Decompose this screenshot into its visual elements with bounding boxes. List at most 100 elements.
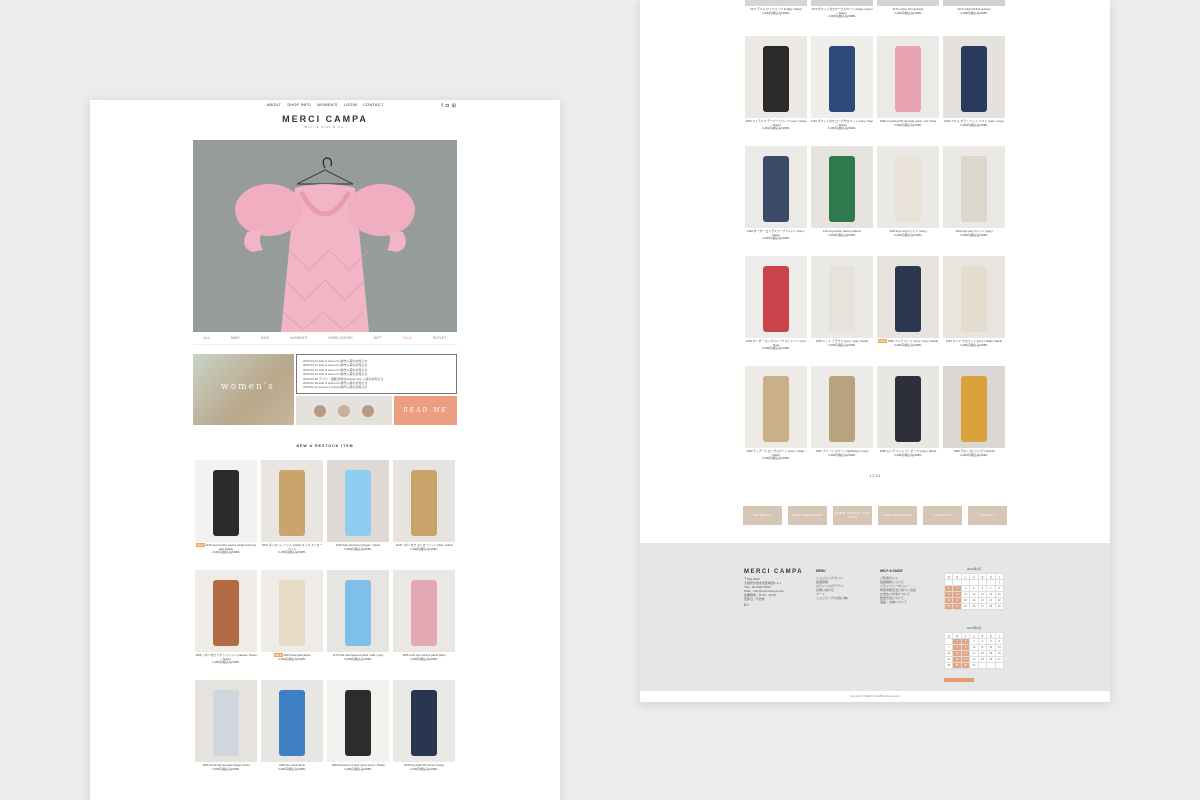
- facebook-icon[interactable]: f: [441, 103, 442, 109]
- product-card[interactable]: 1172 collar frill knit pullover 3,490円(税込…: [943, 0, 1005, 22]
- product-garment: [829, 156, 855, 222]
- product-card[interactable]: 1181 ポケット付き ロングサロペット (navy / blue / blac…: [811, 36, 873, 134]
- pagination[interactable]: 1 2 3 4: [640, 474, 1110, 478]
- nav-shop-info[interactable]: SHOP INFO: [287, 102, 311, 107]
- kids-merchan-button[interactable]: KIDS MERCHAN: [878, 506, 917, 525]
- product-garment: [411, 580, 437, 646]
- baby-merchan-button[interactable]: BABY MERCHAN: [788, 506, 827, 525]
- category-home-goods[interactable]: HOME GOODS: [328, 336, 353, 340]
- product-caption: 1174 cotton frill camisole 3,490円(税込み)SMP…: [877, 7, 939, 15]
- product-garment: [213, 470, 239, 536]
- womens-banner[interactable]: women's: [193, 354, 294, 425]
- product-price: 3,490円(税込み)SMPL: [894, 122, 922, 127]
- product-card[interactable]: 1062 ティアード ロングスカート (ivory / beige / blac…: [745, 366, 807, 464]
- nav-contact[interactable]: CONTACT: [363, 102, 383, 107]
- product-card[interactable]: 1174 cotton frill camisole 3,490円(税込み)SMP…: [877, 0, 939, 22]
- nav-login[interactable]: LOGIN: [344, 102, 357, 107]
- product-image: [393, 680, 455, 762]
- product-image: [943, 146, 1005, 228]
- read-me-button[interactable]: READ ME: [394, 396, 457, 425]
- product-card[interactable]: 1130 logo long Tシャツ (ivory) 3,490円(税込み)SM…: [877, 146, 939, 244]
- calendar-day: [994, 662, 1005, 669]
- product-image: [327, 680, 389, 762]
- facebook-icon[interactable]: f: [748, 602, 749, 607]
- product-image: [393, 460, 455, 542]
- product-card[interactable]: 1186 color line volume pants (kids) 3,490…: [393, 570, 455, 668]
- instagram-icon[interactable]: ◘: [744, 602, 746, 607]
- product-garment: [961, 266, 987, 332]
- category-baby[interactable]: BABY: [231, 336, 240, 340]
- footer-menu-title: MENU: [816, 569, 826, 573]
- product-card[interactable]: 1182 ボーダー ロングスリーブ Tシャツ (navy / black) 3,4…: [745, 146, 807, 244]
- category-sale[interactable]: SALE: [403, 336, 412, 340]
- footer-logo[interactable]: MERCI CAMPA: [744, 569, 803, 575]
- product-card[interactable]: 1092 フリル カラー ニット ベスト (navy / ivory) 3,490…: [943, 36, 1005, 134]
- product-price: 3,490円(税込み)SMPL: [960, 122, 988, 127]
- footer-help-title: HELP & GUIDE: [880, 569, 903, 573]
- product-caption: NEW 1146 asymmetric volume pleats knit l…: [195, 543, 257, 555]
- category-nav: ALL BABY KIDS WOMEN'S HOME GOODS GIFT SA…: [193, 336, 457, 345]
- product-card[interactable]: 1165 リボン付き バケットハット (natural / brown / bl…: [195, 570, 257, 668]
- product-caption: 1067 ワイド サロペット (ivory / khaki / black) 3,…: [943, 339, 1005, 347]
- category-kids[interactable]: KIDS: [261, 336, 269, 340]
- product-card[interactable]: 1145 hello knit beret (beige) / cherie 3,…: [327, 460, 389, 558]
- product-card[interactable]: 1841 ボンネット ハット (straw) キッズ ストローハット 3,190円…: [261, 460, 323, 558]
- thumb-ring: [338, 405, 350, 417]
- product-card[interactable]: SALE 1066 フレア パンツ (ivory / navy / black)…: [877, 256, 939, 354]
- footer-menu: MENU ショッピングガイド 会員登録 ログイン/ログアウト お問い合わせ カー…: [816, 569, 848, 600]
- product-garment: [895, 46, 921, 112]
- womens-button[interactable]: WOMEN'S: [743, 506, 782, 525]
- banner-text: women's: [221, 382, 275, 392]
- product-card[interactable]: 1130 logo long Tシャツ (gray) 3,490円(税込み)SMP…: [943, 146, 1005, 244]
- product-card[interactable]: 1078 big collar frill romper (navy) 3,490…: [393, 680, 455, 778]
- product-price: 3,190円(税込み)SMPL: [212, 550, 240, 554]
- product-card[interactable]: 1090 line track pants 3,490円(税込み)SMPL: [261, 680, 323, 778]
- product-garment: [763, 46, 789, 112]
- footer-menu-link[interactable]: ショッピング(お買い物): [816, 596, 848, 600]
- category-outlet[interactable]: OUTLET: [433, 336, 447, 340]
- product-caption: 1171 デニム ワイドパンツ (indigo / black) 3,490円(税…: [745, 7, 807, 15]
- cart-icon[interactable]: ⊞: [452, 103, 456, 109]
- product-card[interactable]: 1061 プリーツ スカート (lightbeige / navy) 3,490円…: [811, 366, 873, 464]
- product-card[interactable]: 1060 bloomers romper pants (ivory / blac…: [327, 680, 389, 778]
- home-goods-button[interactable]: HOME GOODS GIFT ITEM: [833, 506, 872, 525]
- product-card[interactable]: 1179 tulle skirt layered pants / kids / …: [327, 570, 389, 668]
- footer-help-link[interactable]: 返品・交換について: [880, 600, 916, 604]
- outlet-button[interactable]: OUTLET: [968, 506, 1007, 525]
- product-caption: 1182 ボーダー ロングスリーブ Tシャツ (navy / black) 3,4…: [745, 229, 807, 241]
- instagram-icon[interactable]: ◘: [446, 103, 449, 109]
- product-card[interactable]: NEW 1146 asymmetric volume pleats knit l…: [195, 460, 257, 558]
- product-garment: [961, 376, 987, 442]
- category-womens[interactable]: WOMEN'S: [290, 336, 307, 340]
- product-card[interactable]: 1063 ドット ブラウス (ivory / gray / black) 3,49…: [811, 256, 873, 354]
- site-logo[interactable]: MERCI CAMPA: [90, 114, 560, 124]
- product-card[interactable]: 1056 check frill camisole (beige / blue)…: [195, 680, 257, 778]
- product-card[interactable]: 1180 ストライプ テーパードパンツ (navy / beige / blac…: [745, 36, 807, 134]
- calendar-may: 2023年5月 日月火水木金土 1 2 3 4 5 6 7 8 9 10 11 12 13 14 15 16 17…: [943, 626, 1005, 669]
- product-card[interactable]: 1065 ロング ニット ワンピース (navy / black) 3,490円(…: [877, 366, 939, 464]
- product-card[interactable]: 1059 ラタン かごバッグ (natural) 3,490円(税込み)SMPL: [943, 366, 1005, 464]
- news-item[interactable]: 2023.02.11 women's & kids 新作入荷のお知らせ: [303, 385, 450, 389]
- social-icons: f ◘ ⊞: [441, 103, 456, 109]
- product-card[interactable]: SALE 1183 floral quilt jacket 3,490円(税込み)…: [261, 570, 323, 668]
- for-gift-button[interactable]: FOR GIFT: [923, 506, 962, 525]
- holiday-legend: [944, 678, 974, 682]
- nav-womens[interactable]: WOMEN'S: [317, 102, 338, 107]
- product-garment: [895, 376, 921, 442]
- product-card[interactable]: 1171 デニム ワイドパンツ (indigo / black) 3,490円(税…: [745, 0, 807, 22]
- product-card[interactable]: 1121 big border fleece pullover 3,490円(税込…: [811, 146, 873, 244]
- product-card[interactable]: 1148 リボン付き ストローハット (kids / adult) 3,190円(…: [393, 460, 455, 558]
- product-image: [261, 570, 323, 652]
- accessory-banner[interactable]: [296, 396, 392, 425]
- product-card[interactable]: 1093 smocking frill camisole (pink / red…: [877, 36, 939, 134]
- category-all[interactable]: ALL: [204, 336, 210, 340]
- product-card[interactable]: 1032 ボーダー ロングスリーブ カットソー (red / blue) 3,49…: [745, 256, 807, 354]
- category-gift[interactable]: GIFT: [374, 336, 382, 340]
- hero-dress-illustration: [193, 140, 457, 332]
- hero-image[interactable]: [193, 140, 457, 332]
- nav-about[interactable]: ABOUT: [266, 102, 281, 107]
- news-box: 2023.03.24 kids & women's 新作入荷のお知らせ 2023…: [296, 354, 457, 394]
- product-garment: [279, 690, 305, 756]
- product-card[interactable]: 1067 ワイド サロペット (ivory / khaki / black) 3,…: [943, 256, 1005, 354]
- product-card[interactable]: 1173 ポケット付きカーゴスカート (beige / green / blac…: [811, 0, 873, 22]
